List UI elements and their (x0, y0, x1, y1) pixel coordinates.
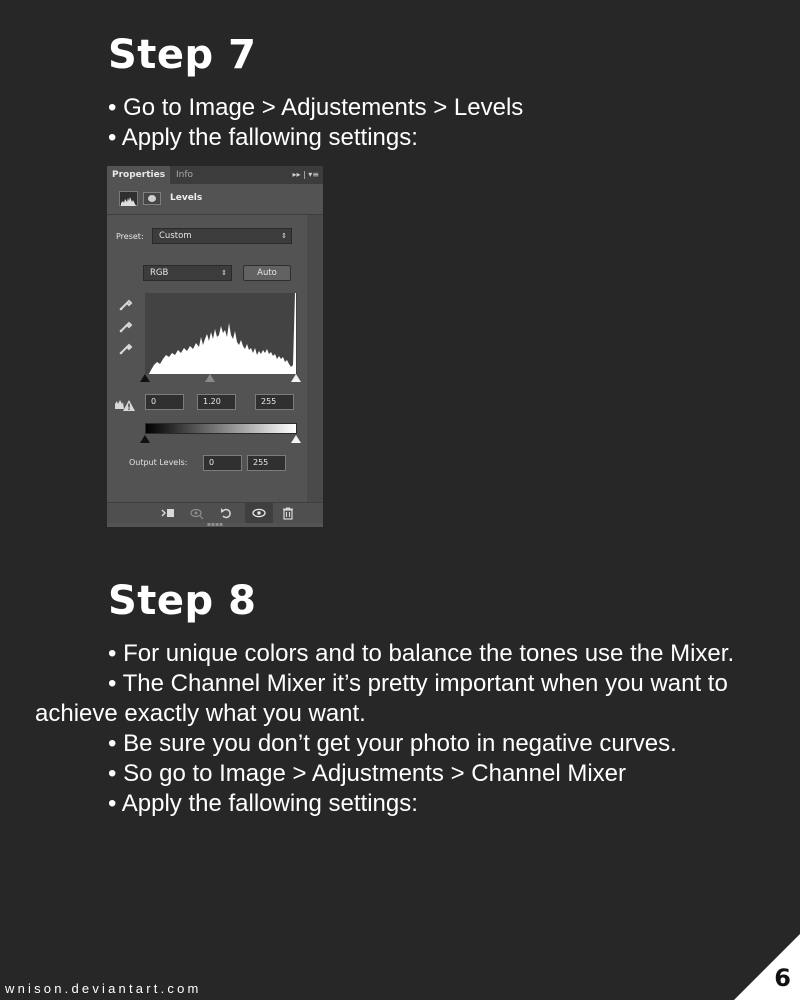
input-white-field[interactable]: 255 (255, 394, 294, 410)
input-gray-slider-handle[interactable] (205, 374, 215, 382)
step-8-line-1: • For unique colors and to balance the t… (108, 640, 735, 667)
panel-scrollbar[interactable] (307, 215, 323, 502)
gray-eyedropper-icon[interactable] (118, 318, 134, 334)
preset-dropdown[interactable]: Custom ⇕ (152, 228, 292, 244)
page-number: 6 (774, 964, 791, 992)
white-eyedropper-icon[interactable] (118, 340, 134, 356)
panel-footer (107, 502, 323, 523)
view-previous-state-icon[interactable] (190, 506, 204, 520)
step-8-title: Step 8 (108, 578, 257, 624)
output-white-slider-handle[interactable] (291, 435, 301, 443)
trash-icon[interactable] (281, 506, 295, 520)
input-black-field[interactable]: 0 (145, 394, 184, 410)
dropdown-arrows-icon: ⇕ (281, 232, 287, 240)
auto-button[interactable]: Auto (243, 265, 291, 281)
panel-menu-icon[interactable]: ▸▸ | ▾≡ (292, 166, 319, 184)
clipping-warning-icon[interactable] (114, 397, 136, 411)
step-8-line-6: • Apply the fallowing settings: (108, 790, 418, 817)
output-black-slider-handle[interactable] (140, 435, 150, 443)
layer-mask-icon[interactable] (143, 192, 161, 205)
step-7-line-1: • Go to Image > Adjustements > Levels (108, 94, 524, 121)
step-8-line-4: • Be sure you don’t get your photo in ne… (108, 730, 677, 757)
step-7-line-2: • Apply the fallowing settings: (108, 124, 418, 151)
site-credit: wnison.deviantart.com (5, 981, 202, 996)
dropdown-arrows-icon: ⇕ (221, 269, 227, 277)
levels-controls: Preset: Custom ⇕ RGB ⇕ Auto 0 1.20 255 O… (107, 215, 307, 502)
input-white-slider-handle[interactable] (291, 374, 301, 382)
properties-panel: Properties Info ▸▸ | ▾≡ Levels Preset: C… (107, 166, 323, 527)
output-black-field[interactable]: 0 (203, 455, 242, 471)
levels-adjustment-icon[interactable] (119, 191, 138, 206)
channel-dropdown[interactable]: RGB ⇕ (143, 265, 232, 281)
step-8-line-2: • The Channel Mixer it’s pretty importan… (108, 670, 728, 697)
panel-tab-bar: Properties Info ▸▸ | ▾≡ (107, 166, 323, 184)
panel-resize-grip-icon[interactable]: ▪▪▪▪ (203, 522, 227, 528)
histogram-graph (149, 293, 296, 374)
output-levels-label: Output Levels: (129, 458, 188, 467)
black-eyedropper-icon[interactable] (118, 296, 134, 312)
output-white-field[interactable]: 255 (247, 455, 286, 471)
tab-properties[interactable]: Properties (107, 166, 171, 184)
preset-label: Preset: (116, 232, 144, 241)
clip-to-layer-icon[interactable] (161, 506, 175, 520)
step-7-title: Step 7 (108, 32, 257, 78)
preset-value: Custom (159, 231, 192, 241)
reset-adjustment-icon[interactable] (219, 506, 233, 520)
step-8-line-5: • So go to Image > Adjustments > Channel… (108, 760, 627, 787)
step-8-line-3: achieve exactly what you want. (35, 700, 366, 727)
histogram (145, 293, 297, 374)
toggle-visibility-button[interactable] (245, 503, 273, 523)
panel-title: Levels (170, 193, 203, 203)
channel-value: RGB (150, 268, 169, 278)
output-gradient-bar (145, 423, 297, 434)
panel-header: Levels (107, 184, 323, 215)
eye-icon (252, 508, 266, 518)
input-gamma-field[interactable]: 1.20 (197, 394, 236, 410)
tab-info[interactable]: Info (171, 166, 198, 184)
input-black-slider-handle[interactable] (140, 374, 150, 382)
